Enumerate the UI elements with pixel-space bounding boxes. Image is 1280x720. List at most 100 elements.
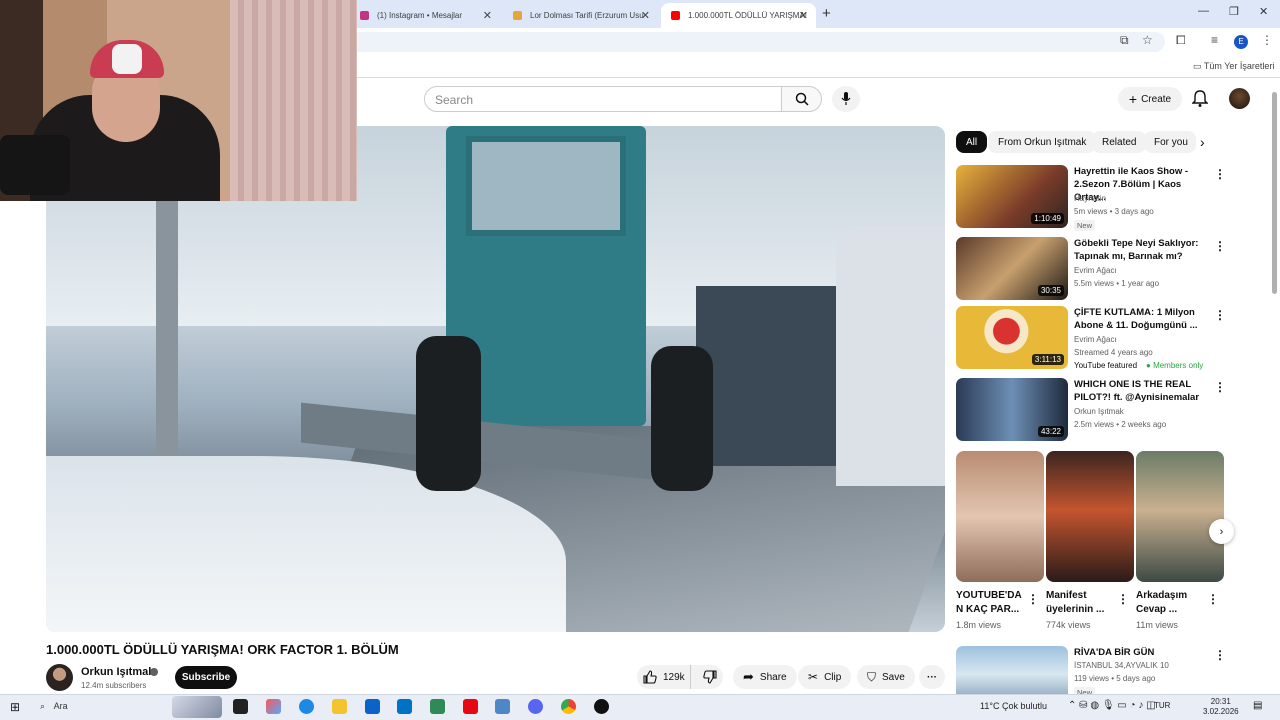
copilot-icon[interactable] [266,699,281,714]
chip-from-channel[interactable]: From Orkun Işıtmak [988,131,1097,153]
search-input[interactable]: Search [424,86,782,112]
short-views: 1.8m views [956,620,1002,630]
like-button[interactable]: 129k [637,665,692,689]
outlook-icon[interactable] [397,699,412,714]
video-thumbnail[interactable]: 1:10:49 [956,165,1068,228]
list-item[interactable]: 1:10:49 Hayrettin ile Kaos Show - 2.Sezo… [956,165,1226,231]
video-title[interactable]: RİVA'DA BİR GÜN [1074,646,1208,659]
dislike-button[interactable] [697,670,723,684]
more-vertical-icon[interactable]: ⋮ [1207,592,1219,606]
short-thumbnail[interactable] [956,451,1044,582]
duration-label: 1:10:49 [1031,213,1064,224]
xbox-icon[interactable] [430,699,445,714]
video-thumbnail[interactable]: 3:11:13 [956,306,1068,369]
bookmark-star-icon[interactable]: ☆ [1142,33,1153,47]
search-icon: ⌕ [40,701,46,711]
channel-name[interactable]: Evrim Ağacı [1074,266,1117,275]
all-bookmarks-folder[interactable]: ▭ Tüm Yer İşaretleri [1193,61,1274,72]
profile-avatar[interactable]: E [1234,35,1248,49]
bell-icon [1191,90,1209,107]
channel-avatar[interactable] [46,664,73,691]
chip-related[interactable]: Related [1092,131,1147,153]
close-tab-icon[interactable]: ✕ [483,9,492,22]
short-title[interactable]: Arkadaşım Cevap ... [1136,589,1208,617]
more-vertical-icon[interactable]: ⋮ [1214,648,1226,662]
chip-all[interactable]: All [956,131,988,153]
media-control-icon[interactable]: ≡ [1211,33,1218,47]
tab-recipe[interactable]: Lor Dolması Tarifi (Erzurum Usu ✕ [503,3,658,28]
new-tab-button[interactable]: + [822,5,831,22]
video-meta: 5.5m views • 1 year ago [1074,279,1160,288]
bookmark-icon: ⛉ [867,669,877,684]
scrollbar[interactable] [1272,92,1277,294]
video-player[interactable] [46,126,945,632]
close-window-icon[interactable]: ✕ [1259,5,1268,18]
system-tray-icons[interactable]: ⌃ ⛁ ◍ 🎙 ▭ ◔ ♪ ◫ [1068,700,1156,711]
search-button[interactable] [781,86,822,112]
discord-icon[interactable] [528,699,543,714]
video-thumbnail[interactable]: 43:22 [956,378,1068,441]
list-item[interactable]: 30:35 Göbekli Tepe Neyi Saklıyor: Tapına… [956,237,1226,301]
chrome-icon[interactable] [561,699,576,714]
more-vertical-icon[interactable]: ⋮ [1214,239,1226,253]
video-title[interactable]: Göbekli Tepe Neyi Saklıyor: Tapınak mı, … [1074,237,1208,263]
store-icon[interactable] [365,699,380,714]
short-thumbnail[interactable] [1136,451,1224,582]
list-item[interactable]: 3:11:13 ÇİFTE KUTLAMA: 1 Milyon Abone & … [956,306,1226,370]
clip-button[interactable]: ✂ Clip [798,665,852,689]
video-title[interactable]: WHICH ONE IS THE REAL PILOT?! ft. @Aynis… [1074,378,1208,404]
tab-youtube[interactable]: 1.000.000TL ÖDÜLLÜ YARIŞMA! ✕ [661,3,816,28]
channel-name[interactable]: Orkun Işıtmak [81,666,154,678]
chevron-right-icon[interactable]: › [1200,134,1205,150]
clock[interactable]: 20:31 3.02.2026 [1203,697,1239,717]
webcam-overlay [0,0,357,201]
settings-icon[interactable] [495,699,510,714]
webcam-cap-logo [112,44,142,74]
close-tab-icon[interactable]: ✕ [799,9,808,22]
more-vertical-icon[interactable]: ⋮ [1117,592,1129,606]
restore-icon[interactable]: ❐ [1229,5,1239,18]
file-explorer-icon[interactable] [332,699,347,714]
weather-widget[interactable]: 11°C Çok bulutlu [980,701,1047,711]
notifications-button[interactable] [1191,90,1209,113]
cast-icon[interactable]: ⧉ [1120,33,1129,48]
channel-name[interactable]: İSTANBUL 34,AYVALIK 10 [1074,661,1169,670]
edge-icon[interactable] [299,699,314,714]
task-view-icon[interactable] [233,699,248,714]
taskbar-search[interactable]: ⌕ Ara [40,701,68,712]
minimize-icon[interactable]: — [1198,5,1209,17]
account-avatar[interactable] [1229,88,1250,109]
close-tab-icon[interactable]: ✕ [641,9,650,22]
subscribe-button[interactable]: Subscribe [175,666,237,689]
create-button[interactable]: + Create [1118,87,1182,111]
search-highlight-image[interactable] [172,696,222,718]
extensions-icon[interactable]: ⧠ [1176,33,1186,48]
video-title[interactable]: ÇİFTE KUTLAMA: 1 Milyon Abone & 11. Doğu… [1074,306,1208,332]
short-title[interactable]: Manifest üyelerinin ... [1046,589,1118,617]
short-title[interactable]: YOUTUBE'DA N KAÇ PAR... [956,589,1028,617]
video-thumbnail[interactable]: 30:35 [956,237,1068,300]
channel-name[interactable]: Hayrettin [1074,194,1106,203]
more-menu-icon[interactable]: ⋮ [1261,33,1273,47]
chip-for-you[interactable]: For you [1144,131,1196,153]
microphone-icon [841,92,851,105]
short-thumbnail[interactable] [1046,451,1134,582]
voice-search-button[interactable] [832,86,860,112]
notification-center-icon[interactable]: ▤ [1253,700,1262,711]
more-vertical-icon[interactable]: ⋮ [1214,167,1226,181]
tab-instagram[interactable]: (1) Instagram • Mesajlar ✕ [350,3,500,28]
share-button[interactable]: ➦ Share [733,665,797,689]
more-actions-button[interactable]: ··· [919,665,945,689]
windows-start-icon[interactable]: ⊞ [10,700,20,714]
more-vertical-icon[interactable]: ⋮ [1214,380,1226,394]
more-vertical-icon[interactable]: ⋮ [1214,308,1226,322]
list-item[interactable]: 43:22 WHICH ONE IS THE REAL PILOT?! ft. … [956,378,1226,442]
channel-name[interactable]: Evrim Ağacı [1074,335,1117,344]
language-indicator[interactable]: TUR [1154,701,1170,710]
obs-icon[interactable] [594,699,609,714]
chevron-right-icon[interactable]: › [1209,519,1234,544]
channel-name[interactable]: Orkun Işıtmak [1074,407,1124,416]
netflix-icon[interactable] [463,699,478,714]
save-button[interactable]: ⛉ Save [857,665,915,689]
more-vertical-icon[interactable]: ⋮ [1027,592,1039,606]
